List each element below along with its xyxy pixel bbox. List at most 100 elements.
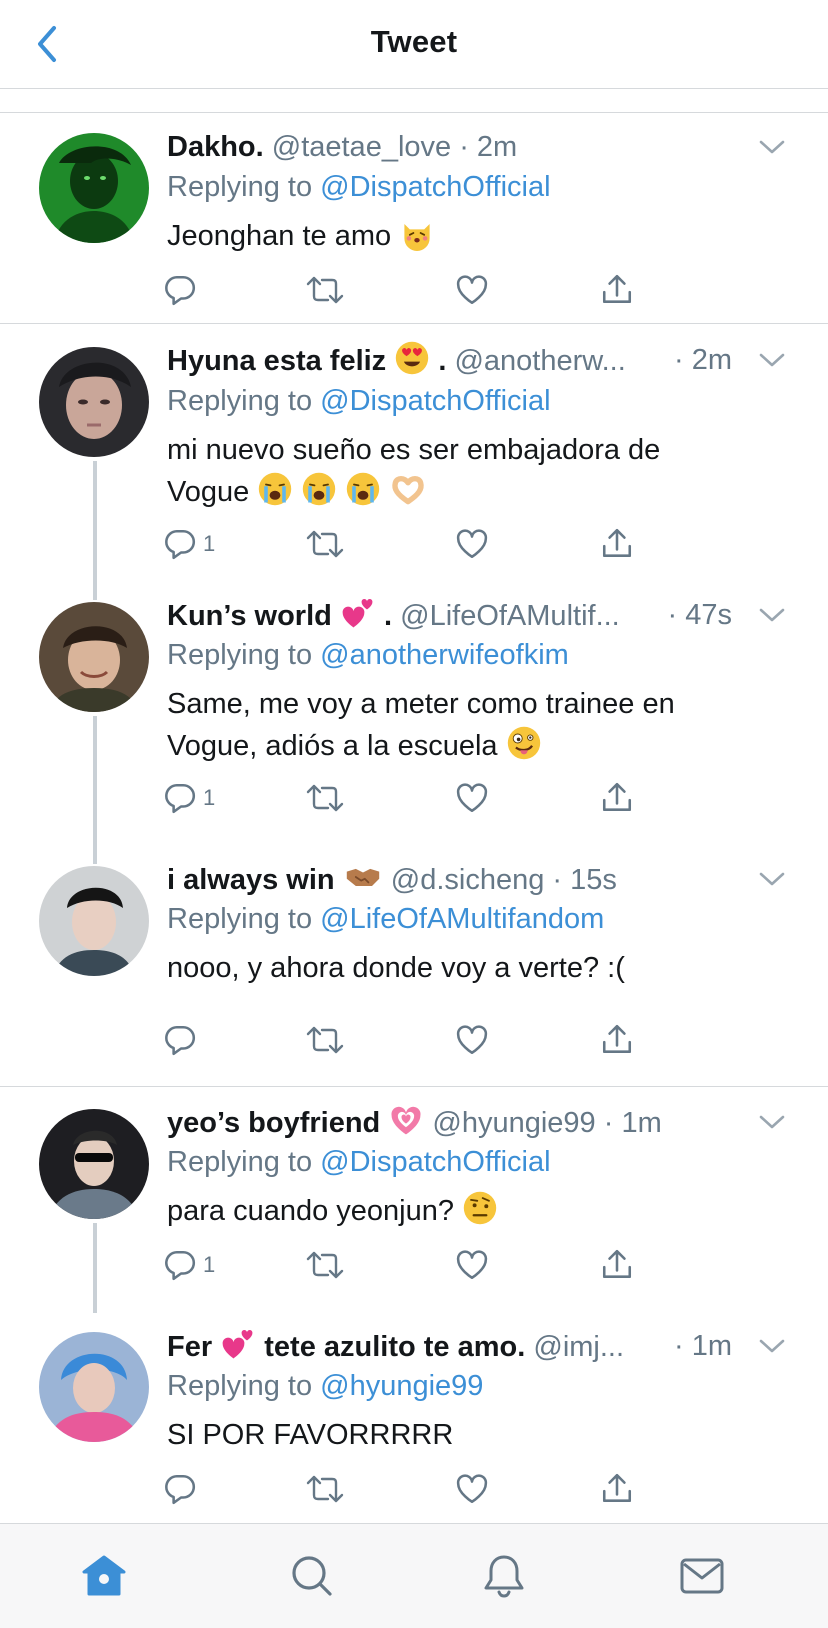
tweet-text-content: Jeonghan te amo: [167, 220, 392, 252]
share-button[interactable]: [600, 270, 634, 310]
share-icon: [600, 273, 634, 307]
tweet-item[interactable]: yeo’s boyfriend @hyungie99 · 1m Replying…: [0, 1088, 828, 1313]
mention-link[interactable]: @hyungie99: [320, 1370, 483, 1402]
zany-face-emoji: [506, 725, 542, 761]
mention-link[interactable]: @LifeOfAMultifandom: [320, 903, 604, 935]
mention-link[interactable]: @anotherwifeofkim: [320, 639, 569, 671]
display-name[interactable]: i always win: [167, 864, 335, 896]
tweet-text-content: SI POR FAVORRRRR: [167, 1419, 454, 1451]
mention-link[interactable]: @DispatchOfficial: [320, 1146, 550, 1178]
tweet-item[interactable]: i always win @d.sicheng · 15s Replying t…: [0, 842, 828, 1087]
display-name-part[interactable]: tete azulito te amo.: [264, 1331, 525, 1363]
reply-icon: [163, 273, 197, 307]
tweet-actions: 1: [167, 778, 667, 818]
mention-link[interactable]: @DispatchOfficial: [320, 171, 550, 203]
tab-notifications[interactable]: [474, 1548, 534, 1604]
share-button[interactable]: [600, 778, 634, 818]
retweet-button[interactable]: [305, 1020, 345, 1060]
thread-connector: [93, 461, 97, 595]
share-button[interactable]: [600, 1020, 634, 1060]
like-button[interactable]: [455, 524, 489, 564]
search-icon: [292, 1556, 332, 1596]
user-handle[interactable]: @d.sicheng: [391, 864, 545, 896]
tweet-header: i always win @d.sicheng · 15s: [167, 859, 788, 899]
share-icon: [600, 781, 634, 815]
like-button[interactable]: [455, 778, 489, 818]
tab-search[interactable]: [282, 1548, 342, 1604]
reply-button[interactable]: [163, 1469, 203, 1509]
avatar[interactable]: [39, 866, 149, 976]
tweet-item[interactable]: Kun’s world . @LifeOfAMultif... · 47s Re…: [0, 578, 828, 844]
display-name[interactable]: Hyuna esta feliz: [167, 345, 386, 377]
reply-button[interactable]: 1: [163, 778, 215, 818]
like-button[interactable]: [455, 1020, 489, 1060]
tweet-item[interactable]: Dakho. @taetae_love · 2m Replying to @Di…: [0, 114, 828, 324]
like-button[interactable]: [455, 1469, 489, 1509]
retweet-button[interactable]: [305, 270, 345, 310]
retweet-button[interactable]: [305, 778, 345, 818]
user-handle[interactable]: @LifeOfAMultif...: [400, 600, 620, 632]
reply-button[interactable]: 1: [163, 1245, 215, 1285]
messages-icon: [680, 1558, 724, 1594]
share-button[interactable]: [600, 1245, 634, 1285]
tweet-text: Jeonghan te amo: [167, 215, 767, 257]
reply-button[interactable]: 1: [163, 524, 215, 564]
tweet-item[interactable]: Fer tete azulito te amo. @imj... · 1m Re…: [0, 1313, 828, 1523]
reply-count: 1: [203, 1252, 216, 1277]
like-button[interactable]: [455, 1245, 489, 1285]
avatar[interactable]: [39, 1332, 149, 1442]
handshake-emoji: [343, 859, 383, 895]
tab-messages[interactable]: [672, 1548, 732, 1604]
avatar[interactable]: [39, 133, 149, 243]
avatar[interactable]: [39, 1109, 149, 1219]
chevron-down-icon[interactable]: [756, 344, 788, 376]
display-name[interactable]: yeo’s boyfriend: [167, 1107, 380, 1139]
tweet-text-content: nooo, y ahora donde voy a verte? :(: [167, 952, 625, 984]
tweet-text-line: Same, me voy a meter como trainee en: [167, 688, 675, 720]
chevron-down-icon[interactable]: [756, 599, 788, 631]
display-name[interactable]: Dakho.: [167, 131, 264, 163]
retweet-button[interactable]: [305, 524, 345, 564]
heart-icon: [455, 1023, 489, 1057]
user-handle[interactable]: @anotherw...: [454, 345, 625, 377]
tweet-timestamp: · 47s: [663, 595, 732, 635]
name-suffix: .: [384, 600, 393, 632]
share-button[interactable]: [600, 1469, 634, 1509]
heart-icon: [455, 1248, 489, 1282]
user-handle[interactable]: @hyungie99: [432, 1107, 595, 1139]
display-name[interactable]: Fer: [167, 1331, 212, 1363]
retweet-button[interactable]: [305, 1469, 345, 1509]
retweet-icon: [305, 1024, 345, 1056]
user-handle[interactable]: @taetae_love: [272, 131, 451, 163]
replying-to: Replying to @DispatchOfficial: [167, 167, 551, 207]
reply-icon: [163, 527, 197, 561]
mention-link[interactable]: @DispatchOfficial: [320, 385, 550, 417]
user-handle[interactable]: @imj...: [533, 1331, 624, 1363]
like-button[interactable]: [455, 270, 489, 310]
tweet-text-line: Vogue, adiós a la escuela: [167, 725, 767, 767]
name-suffix: .: [438, 345, 447, 377]
heart-icon: [455, 781, 489, 815]
tweet-item[interactable]: Hyuna esta feliz . @anotherw... · 2m Rep…: [0, 325, 828, 595]
chevron-down-icon[interactable]: [756, 863, 788, 895]
thread-connector: [93, 716, 97, 844]
tweet-text-line: mi nuevo sueño es ser embajadora de: [167, 434, 661, 466]
chevron-down-icon[interactable]: [756, 131, 788, 163]
retweet-button[interactable]: [305, 1245, 345, 1285]
tab-home[interactable]: [74, 1548, 134, 1604]
tweet-header: Dakho. @taetae_love · 2m: [167, 127, 788, 167]
display-name[interactable]: Kun’s world: [167, 600, 332, 632]
chevron-down-icon[interactable]: [756, 1106, 788, 1138]
raised-eyebrow-emoji: [462, 1190, 498, 1226]
replying-label: Replying to: [167, 385, 313, 417]
tweet-timestamp: · 1m: [603, 1107, 662, 1139]
reply-button[interactable]: [163, 270, 203, 310]
avatar[interactable]: [39, 602, 149, 712]
notifications-icon: [484, 1555, 524, 1598]
share-button[interactable]: [600, 524, 634, 564]
chevron-down-icon[interactable]: [756, 1330, 788, 1362]
avatar[interactable]: [39, 347, 149, 457]
reply-button[interactable]: [163, 1020, 203, 1060]
tweet-header: Kun’s world . @LifeOfAMultif... · 47s: [167, 595, 788, 635]
heart-icon: [455, 527, 489, 561]
